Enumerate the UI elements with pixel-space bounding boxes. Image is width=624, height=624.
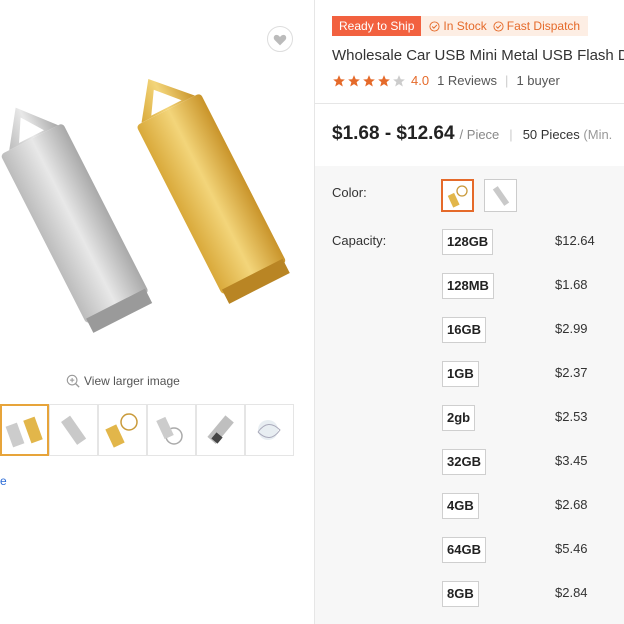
capacity-option[interactable]: 64GB (442, 537, 486, 563)
thumbnail-image (104, 413, 138, 448)
gold-drive-swatch-image (447, 184, 468, 208)
thumbnail-4[interactable] (147, 404, 196, 456)
capacity-option[interactable]: 2gb (442, 405, 476, 431)
star-rating (332, 74, 407, 88)
capacity-price: $5.46 (555, 541, 588, 556)
fast-dispatch-label: Fast Dispatch (506, 19, 581, 33)
star-icon (363, 74, 375, 87)
capacity-price: $2.53 (555, 409, 588, 424)
capacity-label: Capacity: (332, 233, 387, 248)
side-link[interactable]: e (0, 474, 7, 488)
capacity-price: $12.64 (555, 233, 595, 248)
view-larger-label: View larger image (84, 374, 180, 388)
capacity-option[interactable]: 128GB (442, 229, 494, 255)
capacity-price: $3.45 (555, 453, 588, 468)
thumbnail-strip (0, 404, 294, 456)
check-circle-icon (493, 20, 504, 32)
color-swatch-gold[interactable] (441, 179, 474, 212)
capacity-price: $2.84 (555, 585, 588, 600)
reviews-link[interactable]: 1 Reviews (437, 73, 497, 88)
color-label: Color: (332, 185, 367, 200)
capacity-price: $2.99 (555, 321, 588, 336)
product-title[interactable]: Wholesale Car USB Mini Metal USB Flash D (332, 47, 624, 64)
favorite-button[interactable] (267, 26, 293, 52)
capacity-option[interactable]: 8GB (442, 581, 479, 607)
price-range: $1.68 - $12.64 (332, 123, 455, 144)
capacity-option[interactable]: 1GB (442, 361, 479, 387)
ready-to-ship-badge: Ready to Ship (332, 16, 422, 36)
thumbnail-2[interactable] (49, 404, 98, 456)
color-swatch-silver[interactable] (484, 179, 517, 212)
silver-drive-swatch-image (492, 185, 509, 206)
product-info: Ready to Ship In Stock Fast Dispatch Who… (315, 0, 624, 624)
capacity-option[interactable]: 32GB (442, 449, 486, 475)
star-icon (348, 74, 360, 87)
capacity-option[interactable]: 128MB (442, 273, 494, 299)
thumbnail-1[interactable] (0, 404, 49, 456)
capacity-price: $2.37 (555, 365, 588, 380)
options-panel: Color: Capacity: 128GB $12.64 128MB $1.68 16… (315, 166, 624, 624)
min-order: 50 Pieces (Min. (523, 127, 613, 142)
thumbnail-image (60, 415, 86, 445)
badge-row: Ready to Ship In Stock Fast Dispatch (332, 16, 589, 36)
heart-icon (273, 34, 287, 45)
star-icon (378, 74, 390, 87)
product-main-image[interactable] (0, 60, 314, 360)
capacity-option[interactable]: 16GB (442, 317, 486, 343)
rating-score: 4.0 (411, 73, 430, 88)
thumbnail-image (206, 415, 234, 444)
star-icon (393, 74, 405, 87)
price-row: $1.68 - $12.64 / Piece | 50 Pieces (Min. (332, 123, 612, 145)
view-larger-link[interactable]: View larger image (66, 374, 180, 388)
capacity-price: $2.68 (555, 497, 588, 512)
check-circle-icon (429, 20, 440, 32)
thumbnail-image (155, 416, 183, 445)
in-stock-label: In Stock (443, 19, 487, 33)
price-unit: / Piece (459, 127, 500, 142)
rating-row: 4.0 1 Reviews | 1 buyer (332, 73, 560, 88)
capacity-option[interactable]: 4GB (442, 493, 479, 519)
thumbnail-5[interactable] (196, 404, 245, 456)
image-gallery: View larger image e (0, 0, 314, 624)
star-icon (333, 74, 345, 87)
moq-value: 50 Pieces (522, 127, 580, 142)
stock-badge: In Stock Fast Dispatch (421, 16, 589, 36)
thumbnail-6[interactable] (245, 404, 294, 456)
thumbnail-3[interactable] (98, 404, 147, 456)
header-divider (315, 103, 624, 104)
thumbnail-image (257, 420, 281, 440)
moq-note: (Min. (583, 127, 613, 142)
buyers-count: 1 buyer (516, 73, 560, 88)
thumbnail-image (5, 416, 43, 448)
zoom-in-icon (66, 374, 80, 388)
capacity-price: $1.68 (555, 277, 588, 292)
price-separator: | (509, 127, 513, 142)
rating-separator: | (505, 73, 509, 88)
